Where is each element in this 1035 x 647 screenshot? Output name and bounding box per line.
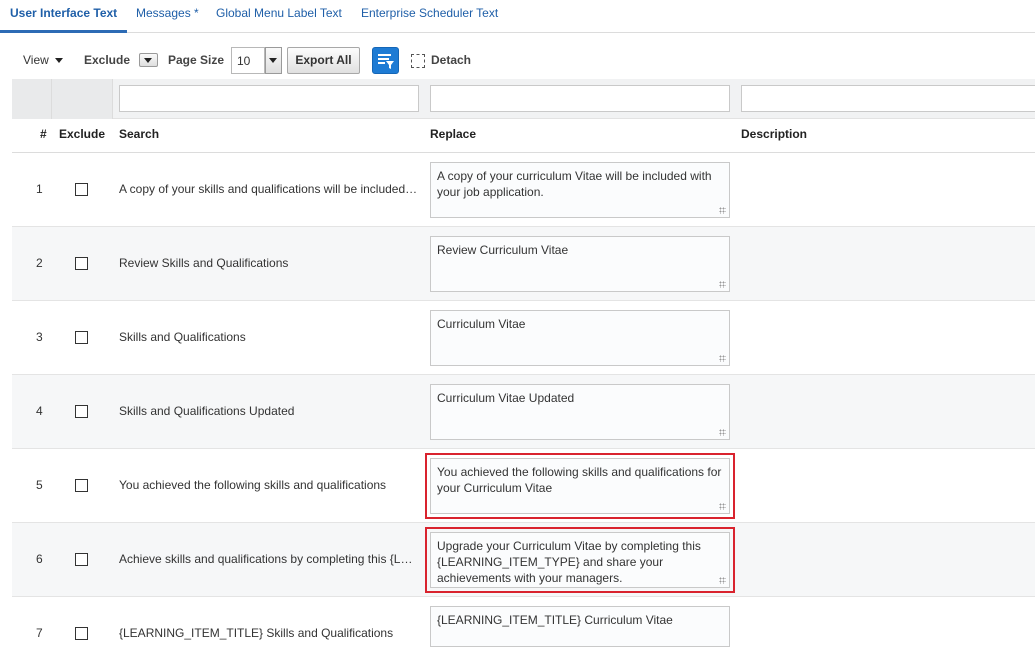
column-header-exclude[interactable]: Exclude [59, 127, 105, 141]
chevron-down-icon [54, 58, 63, 64]
filter-icon [378, 54, 394, 69]
row-number: 3 [36, 330, 43, 344]
page-size-dropdown-button[interactable] [265, 47, 282, 74]
row-number: 1 [36, 182, 43, 196]
view-menu[interactable]: View [23, 53, 63, 67]
replace-textarea[interactable]: Curriculum Vitae [430, 310, 730, 366]
tab-bar: User Interface Text Messages * Global Me… [0, 0, 1035, 33]
search-text: Skills and Qualifications [119, 330, 246, 344]
exclude-dropdown-button[interactable] [139, 53, 158, 67]
resize-grip-icon[interactable] [719, 429, 726, 436]
row-number: 4 [36, 404, 43, 418]
exclude-label: Exclude [84, 53, 131, 67]
search-text: You achieved the following skills and qu… [119, 478, 387, 492]
resize-grip-icon[interactable] [719, 577, 726, 584]
table-row[interactable]: 2 Review Skills and Qualifications Revie… [12, 227, 1035, 301]
active-tab-indicator [0, 30, 127, 33]
resize-grip-icon[interactable] [719, 281, 726, 288]
search-filter-input[interactable] [119, 85, 419, 112]
exclude-checkbox[interactable] [75, 257, 88, 270]
filter-row [12, 79, 1035, 119]
tab-global-menu-label-text[interactable]: Global Menu Label Text [216, 6, 342, 20]
row-number: 6 [36, 552, 43, 566]
tab-user-interface-text[interactable]: User Interface Text [10, 6, 117, 20]
query-by-example-button[interactable] [372, 47, 399, 74]
table-row[interactable]: 5 You achieved the following skills and … [12, 449, 1035, 523]
search-text: Achieve skills and qualifications by com… [119, 552, 419, 566]
row-number: 2 [36, 256, 43, 270]
column-header-description[interactable]: Description [741, 127, 807, 141]
chevron-down-icon [269, 58, 277, 63]
view-menu-label: View [23, 53, 49, 67]
exclude-checkbox[interactable] [75, 405, 88, 418]
column-header-num[interactable]: # [40, 127, 47, 141]
replace-textarea-highlighted[interactable]: You achieved the following skills and qu… [425, 453, 735, 519]
exclude-checkbox[interactable] [75, 627, 88, 640]
toolbar: View Exclude Page Size 10 Export All Det… [0, 44, 1035, 78]
replace-text: You achieved the following skills and qu… [437, 465, 722, 495]
replace-text: {LEARNING_ITEM_TITLE} Curriculum Vitae [437, 613, 673, 627]
table-row[interactable]: 6 Achieve skills and qualifications by c… [12, 523, 1035, 597]
page-size-input[interactable]: 10 [231, 47, 265, 74]
replace-text: A copy of your curriculum Vitae will be … [437, 169, 712, 199]
export-all-button[interactable]: Export All [287, 47, 360, 74]
column-header-search[interactable]: Search [119, 127, 159, 141]
filter-cell-exclude [52, 79, 113, 119]
replace-text: Curriculum Vitae [437, 317, 526, 331]
exclude-checkbox[interactable] [75, 183, 88, 196]
search-text: A copy of your skills and qualifications… [119, 182, 419, 196]
table-row[interactable]: 4 Skills and Qualifications Updated Curr… [12, 375, 1035, 449]
replace-filter-input[interactable] [430, 85, 730, 112]
replace-textarea[interactable]: Curriculum Vitae Updated [430, 384, 730, 440]
replace-text: Upgrade your Curriculum Vitae by complet… [437, 539, 701, 585]
table-row[interactable]: 3 Skills and Qualifications Curriculum V… [12, 301, 1035, 375]
detach-icon[interactable] [411, 54, 425, 68]
row-number: 7 [36, 626, 43, 640]
resize-grip-icon[interactable] [719, 207, 726, 214]
column-header-replace[interactable]: Replace [430, 127, 476, 141]
tab-enterprise-scheduler-text[interactable]: Enterprise Scheduler Text [361, 6, 498, 20]
table-row[interactable]: 7 {LEARNING_ITEM_TITLE} Skills and Quali… [12, 597, 1035, 647]
filter-cell-num [12, 79, 52, 119]
row-number: 5 [36, 478, 43, 492]
tab-messages[interactable]: Messages * [136, 6, 199, 20]
resize-grip-icon[interactable] [719, 503, 726, 510]
search-text: {LEARNING_ITEM_TITLE} Skills and Qualifi… [119, 626, 394, 640]
table-row[interactable]: 1 A copy of your skills and qualificatio… [12, 153, 1035, 227]
search-text: Skills and Qualifications Updated [119, 404, 295, 418]
search-text: Review Skills and Qualifications [119, 256, 289, 270]
replace-textarea[interactable]: {LEARNING_ITEM_TITLE} Curriculum Vitae [430, 606, 730, 647]
page-size-label: Page Size [168, 53, 225, 67]
exclude-checkbox[interactable] [75, 331, 88, 344]
chevron-down-icon [144, 58, 152, 63]
replace-text: Curriculum Vitae Updated [437, 391, 575, 405]
exclude-checkbox[interactable] [75, 553, 88, 566]
replace-textarea[interactable]: Review Curriculum Vitae [430, 236, 730, 292]
description-filter-input[interactable] [741, 85, 1035, 112]
exclude-checkbox[interactable] [75, 479, 88, 492]
resize-grip-icon[interactable] [719, 355, 726, 362]
table-header: # Exclude Search Replace Description [12, 119, 1035, 153]
replace-textarea-highlighted[interactable]: Upgrade your Curriculum Vitae by complet… [425, 527, 735, 593]
detach-button[interactable]: Detach [431, 53, 471, 67]
replace-text: Review Curriculum Vitae [437, 243, 569, 257]
replace-textarea[interactable]: A copy of your curriculum Vitae will be … [430, 162, 730, 218]
